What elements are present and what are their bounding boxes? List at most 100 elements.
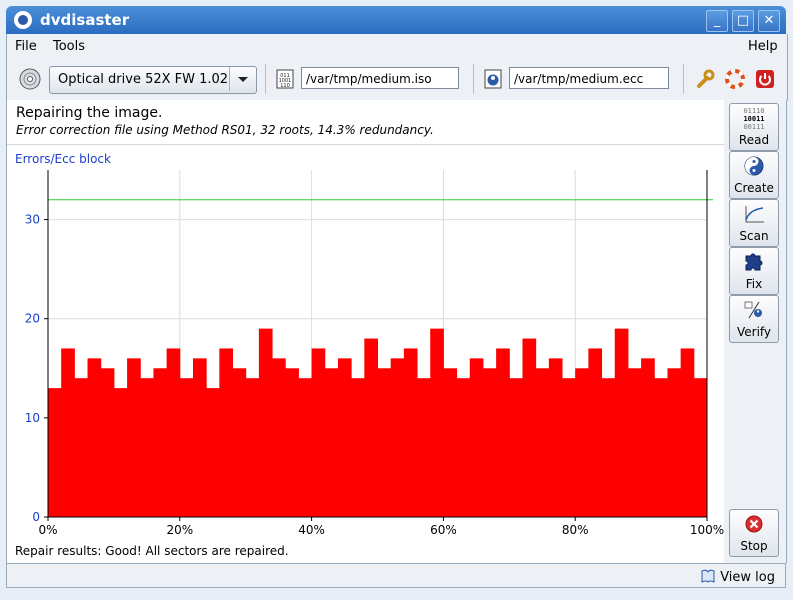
toolbar-separator: [683, 64, 684, 94]
title-bar: dvdisaster _ □ ✕: [6, 6, 786, 34]
error-bar: [166, 348, 181, 517]
error-bar: [575, 368, 589, 517]
drive-select[interactable]: Optical drive 52X FW 1.02: [49, 66, 257, 94]
error-bar: [324, 368, 339, 517]
binary-icon: 01110 10011 00111: [743, 107, 765, 131]
error-bar: [614, 328, 629, 517]
window-title: dvdisaster: [40, 11, 130, 29]
close-button[interactable]: ✕: [758, 10, 780, 32]
verify-icon: [744, 301, 762, 319]
error-bar: [87, 358, 102, 517]
error-bar: [192, 358, 207, 517]
toolbar-separator: [473, 64, 474, 94]
error-bar: [443, 368, 458, 517]
error-bar: [61, 348, 75, 517]
error-bar: [456, 378, 471, 517]
error-bar: [693, 378, 708, 517]
fix-button[interactable]: Fix: [729, 247, 779, 295]
error-bar: [522, 338, 537, 517]
preferences-icon[interactable]: [695, 69, 715, 89]
help-icon[interactable]: [725, 69, 745, 89]
menu-tools[interactable]: Tools: [53, 39, 85, 54]
ecc-file-input[interactable]: /var/tmp/medium.ecc: [509, 67, 669, 89]
y-tick-label: 0: [32, 510, 40, 524]
x-tick-label: 0%: [38, 523, 57, 537]
error-bar: [179, 378, 194, 517]
stop-button-label: Stop: [740, 539, 768, 553]
puzzle-icon: [745, 253, 763, 271]
image-file-input[interactable]: /var/tmp/medium.iso: [301, 67, 459, 89]
error-bar: [219, 348, 234, 517]
read-button[interactable]: 01110 10011 00111 Read: [729, 103, 779, 151]
error-bar: [140, 378, 154, 517]
menu-bar: File Tools Help: [6, 34, 788, 58]
y-tick-label: 10: [25, 411, 40, 425]
drive-select-value: Optical drive 52X FW 1.02: [58, 72, 229, 87]
error-bar: [482, 368, 497, 517]
error-bar: [351, 378, 365, 517]
error-bar: [535, 368, 550, 517]
x-tick-label: 80%: [562, 523, 589, 537]
error-bar: [377, 368, 392, 517]
error-bar: [364, 338, 378, 517]
x-tick-label: 100%: [690, 523, 724, 537]
error-bar: [285, 368, 299, 517]
quit-icon[interactable]: [755, 69, 775, 89]
menu-help[interactable]: Help: [748, 39, 778, 54]
menu-file[interactable]: File: [15, 39, 37, 54]
error-bar: [403, 348, 418, 517]
divider: [7, 144, 725, 145]
disc-icon[interactable]: [19, 68, 41, 90]
log-book-icon: [701, 569, 715, 583]
image-file-icon[interactable]: 011 1001 110: [275, 69, 295, 89]
maximize-button[interactable]: □: [732, 10, 754, 32]
y-tick-label: 30: [25, 213, 40, 227]
method-description: Error correction file using Method RS01,…: [16, 123, 434, 137]
error-bar: [417, 378, 431, 517]
error-chart: 0 10 20 30 0% 20% 40% 60% 80% 100%: [25, 170, 724, 537]
scan-curve-icon: [745, 206, 764, 223]
error-bar: [272, 358, 286, 517]
scan-button-label: Scan: [739, 229, 769, 243]
toolbar-separator: [265, 64, 266, 94]
error-bar: [127, 358, 141, 517]
error-bar: [430, 328, 444, 517]
y-tick-label: 20: [25, 312, 40, 326]
error-bar: [548, 358, 563, 517]
stop-button[interactable]: Stop: [729, 509, 779, 557]
error-bar: [601, 378, 616, 517]
chevron-down-icon[interactable]: [229, 67, 256, 91]
read-button-label: Read: [738, 133, 770, 147]
error-bar: [496, 348, 510, 517]
scan-button[interactable]: Scan: [729, 199, 779, 247]
dvdisaster-logo-icon: [14, 11, 32, 29]
error-bar: [509, 378, 523, 517]
error-bar: [232, 368, 247, 517]
sidebar: 01110 10011 00111 Read Create Scan Fix V…: [724, 100, 787, 563]
create-button[interactable]: Create: [729, 151, 779, 199]
error-bar: [390, 358, 405, 517]
yin-yang-icon: [744, 156, 764, 176]
error-bar: [469, 358, 484, 517]
view-log-button[interactable]: View log: [700, 568, 775, 585]
repair-result: Repair results: Good! All sectors are re…: [15, 544, 289, 558]
error-bar: [667, 368, 682, 517]
error-bar: [654, 378, 668, 517]
toolbar: Optical drive 52X FW 1.02 011 1001 110 /…: [6, 58, 788, 101]
create-button-label: Create: [734, 181, 774, 195]
error-bar: [588, 348, 603, 517]
x-tick-label: 40%: [298, 523, 325, 537]
error-bar: [100, 368, 115, 517]
page-title: Repairing the image.: [16, 105, 163, 121]
error-bar: [311, 348, 326, 517]
error-bar: [258, 328, 273, 517]
x-tick-label: 20%: [166, 523, 193, 537]
error-bar: [206, 388, 220, 517]
verify-button[interactable]: Verify: [729, 295, 779, 343]
error-bar: [48, 388, 62, 517]
error-bar: [153, 368, 168, 517]
minimize-button[interactable]: _: [706, 10, 728, 32]
ecc-file-icon[interactable]: [483, 69, 503, 89]
verify-button-label: Verify: [736, 325, 772, 339]
error-bar: [641, 358, 655, 517]
